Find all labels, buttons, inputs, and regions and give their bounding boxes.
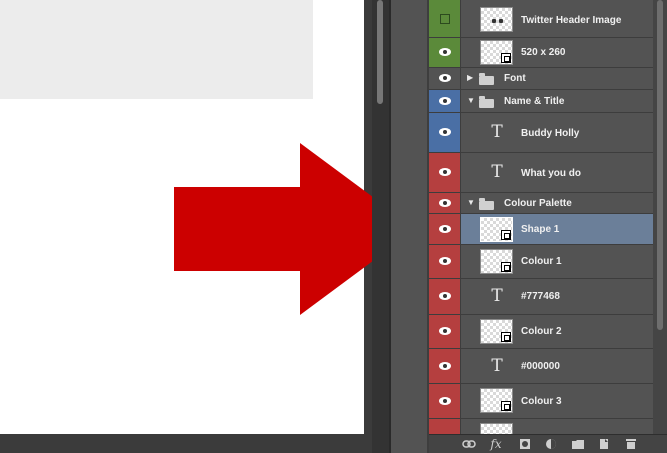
layer-name[interactable]: Font bbox=[504, 73, 526, 84]
new-group-icon[interactable] bbox=[571, 438, 585, 450]
layer-thumbnail bbox=[480, 423, 513, 434]
layer-name[interactable]: #777468 bbox=[521, 291, 560, 302]
layer-visibility-toggle[interactable] bbox=[429, 315, 461, 348]
layer-thumbnail bbox=[480, 7, 513, 32]
eye-icon[interactable] bbox=[439, 97, 451, 105]
eye-icon[interactable] bbox=[439, 397, 451, 405]
glasses-thumbnail-icon bbox=[492, 19, 503, 23]
layer-row-colour-palette-group[interactable]: ▼ Colour Palette bbox=[429, 193, 653, 214]
layer-visibility-toggle[interactable] bbox=[429, 90, 461, 112]
layers-scrollbar[interactable] bbox=[653, 0, 667, 434]
expand-triangle-icon[interactable]: ▶ bbox=[467, 73, 473, 82]
layer-row-colour-3[interactable]: Colour 3 bbox=[429, 384, 653, 419]
layer-visibility-toggle[interactable] bbox=[429, 0, 461, 37]
collapse-triangle-icon[interactable]: ▼ bbox=[467, 96, 475, 105]
folder-open-icon bbox=[479, 96, 494, 108]
text-layer-icon: T bbox=[491, 356, 503, 376]
layer-row-colour-2[interactable]: Colour 2 bbox=[429, 315, 653, 349]
folder-open-icon bbox=[479, 198, 494, 210]
eye-icon[interactable] bbox=[439, 199, 451, 207]
layer-visibility-toggle[interactable] bbox=[429, 113, 461, 152]
eye-icon[interactable] bbox=[439, 292, 451, 300]
layer-visibility-toggle[interactable] bbox=[429, 349, 461, 383]
layer-name[interactable]: Buddy Holly bbox=[521, 128, 579, 139]
layer-visibility-toggle[interactable] bbox=[429, 153, 461, 192]
layer-row-777468[interactable]: T #777468 bbox=[429, 279, 653, 315]
layer-name[interactable]: Name & Title bbox=[504, 96, 564, 107]
layer-thumbnail bbox=[480, 319, 513, 344]
layer-row-shape-1[interactable]: Shape 1 bbox=[429, 214, 653, 245]
new-layer-icon[interactable] bbox=[597, 438, 611, 450]
visibility-off-box[interactable] bbox=[440, 14, 450, 24]
adjustment-icon[interactable] bbox=[544, 438, 558, 450]
layer-name[interactable]: Twitter Header Image bbox=[521, 15, 621, 26]
text-layer-icon: T bbox=[491, 162, 503, 182]
layer-row-twitter-header-image[interactable]: Twitter Header Image bbox=[429, 0, 653, 38]
layer-row-520x260[interactable]: 520 x 260 bbox=[429, 38, 653, 68]
layer-name[interactable]: #000000 bbox=[521, 361, 560, 372]
text-layer-icon: T bbox=[491, 122, 503, 142]
eye-icon[interactable] bbox=[439, 74, 451, 82]
layer-row-what-you-do[interactable]: T What you do bbox=[429, 153, 653, 193]
eye-icon[interactable] bbox=[439, 257, 451, 265]
layer-row-name-title-group[interactable]: ▼ Name & Title bbox=[429, 90, 653, 113]
folder-icon bbox=[479, 73, 494, 85]
layer-name[interactable]: Colour 3 bbox=[521, 396, 562, 407]
shape-layer-icon bbox=[501, 332, 511, 342]
layer-name[interactable]: 520 x 260 bbox=[521, 47, 566, 58]
layer-visibility-toggle[interactable] bbox=[429, 419, 461, 434]
layer-visibility-toggle[interactable] bbox=[429, 38, 461, 67]
layer-name[interactable]: Shape 1 bbox=[521, 224, 559, 235]
eye-icon[interactable] bbox=[439, 225, 451, 233]
shape-layer-icon bbox=[501, 230, 511, 240]
layer-row-colour-1[interactable]: Colour 1 bbox=[429, 245, 653, 279]
layer-row-font-group[interactable]: ▶ Font bbox=[429, 68, 653, 90]
layer-thumbnail bbox=[480, 388, 513, 413]
canvas-bottom-strip bbox=[0, 434, 372, 453]
eye-icon[interactable] bbox=[439, 362, 451, 370]
layer-row-partial[interactable] bbox=[429, 419, 653, 434]
layer-name[interactable]: What you do bbox=[521, 168, 581, 179]
layers-panel: Twitter Header Image 520 x 260 ▶ Font ▼ … bbox=[429, 0, 653, 434]
shape-layer-icon bbox=[501, 401, 511, 411]
eye-icon[interactable] bbox=[439, 327, 451, 335]
layer-row-buddy-holly[interactable]: T Buddy Holly bbox=[429, 113, 653, 153]
layer-visibility-toggle[interactable] bbox=[429, 68, 461, 89]
layers-scroll-thumb[interactable] bbox=[657, 0, 663, 330]
layer-thumbnail bbox=[480, 249, 513, 274]
layer-thumbnail bbox=[480, 40, 513, 65]
text-layer-icon: T bbox=[491, 286, 503, 306]
collapse-triangle-icon[interactable]: ▼ bbox=[467, 198, 475, 207]
layer-name[interactable]: Colour 2 bbox=[521, 326, 562, 337]
canvas-header-block bbox=[0, 0, 313, 99]
layer-name[interactable]: Colour Palette bbox=[504, 198, 572, 209]
layer-thumbnail bbox=[480, 217, 513, 242]
trash-icon[interactable] bbox=[624, 438, 638, 450]
layer-visibility-toggle[interactable] bbox=[429, 214, 461, 244]
panel-tool-strip bbox=[391, 0, 428, 453]
mask-icon[interactable] bbox=[518, 438, 532, 450]
fx-button[interactable]: fx bbox=[489, 438, 503, 450]
layer-visibility-toggle[interactable] bbox=[429, 245, 461, 278]
eye-icon[interactable] bbox=[439, 128, 451, 136]
layer-visibility-toggle[interactable] bbox=[429, 193, 461, 213]
shape-layer-icon bbox=[501, 262, 511, 272]
link-icon[interactable] bbox=[462, 438, 476, 450]
eye-icon[interactable] bbox=[439, 168, 451, 176]
layer-name[interactable]: Colour 1 bbox=[521, 256, 562, 267]
layer-visibility-toggle[interactable] bbox=[429, 279, 461, 314]
layer-visibility-toggle[interactable] bbox=[429, 384, 461, 418]
shape-layer-icon bbox=[501, 53, 511, 63]
layers-bottom-toolbar: fx bbox=[429, 434, 667, 453]
canvas-scroll-thumb[interactable] bbox=[377, 0, 383, 104]
eye-icon[interactable] bbox=[439, 48, 451, 56]
layer-row-000000[interactable]: T #000000 bbox=[429, 349, 653, 384]
